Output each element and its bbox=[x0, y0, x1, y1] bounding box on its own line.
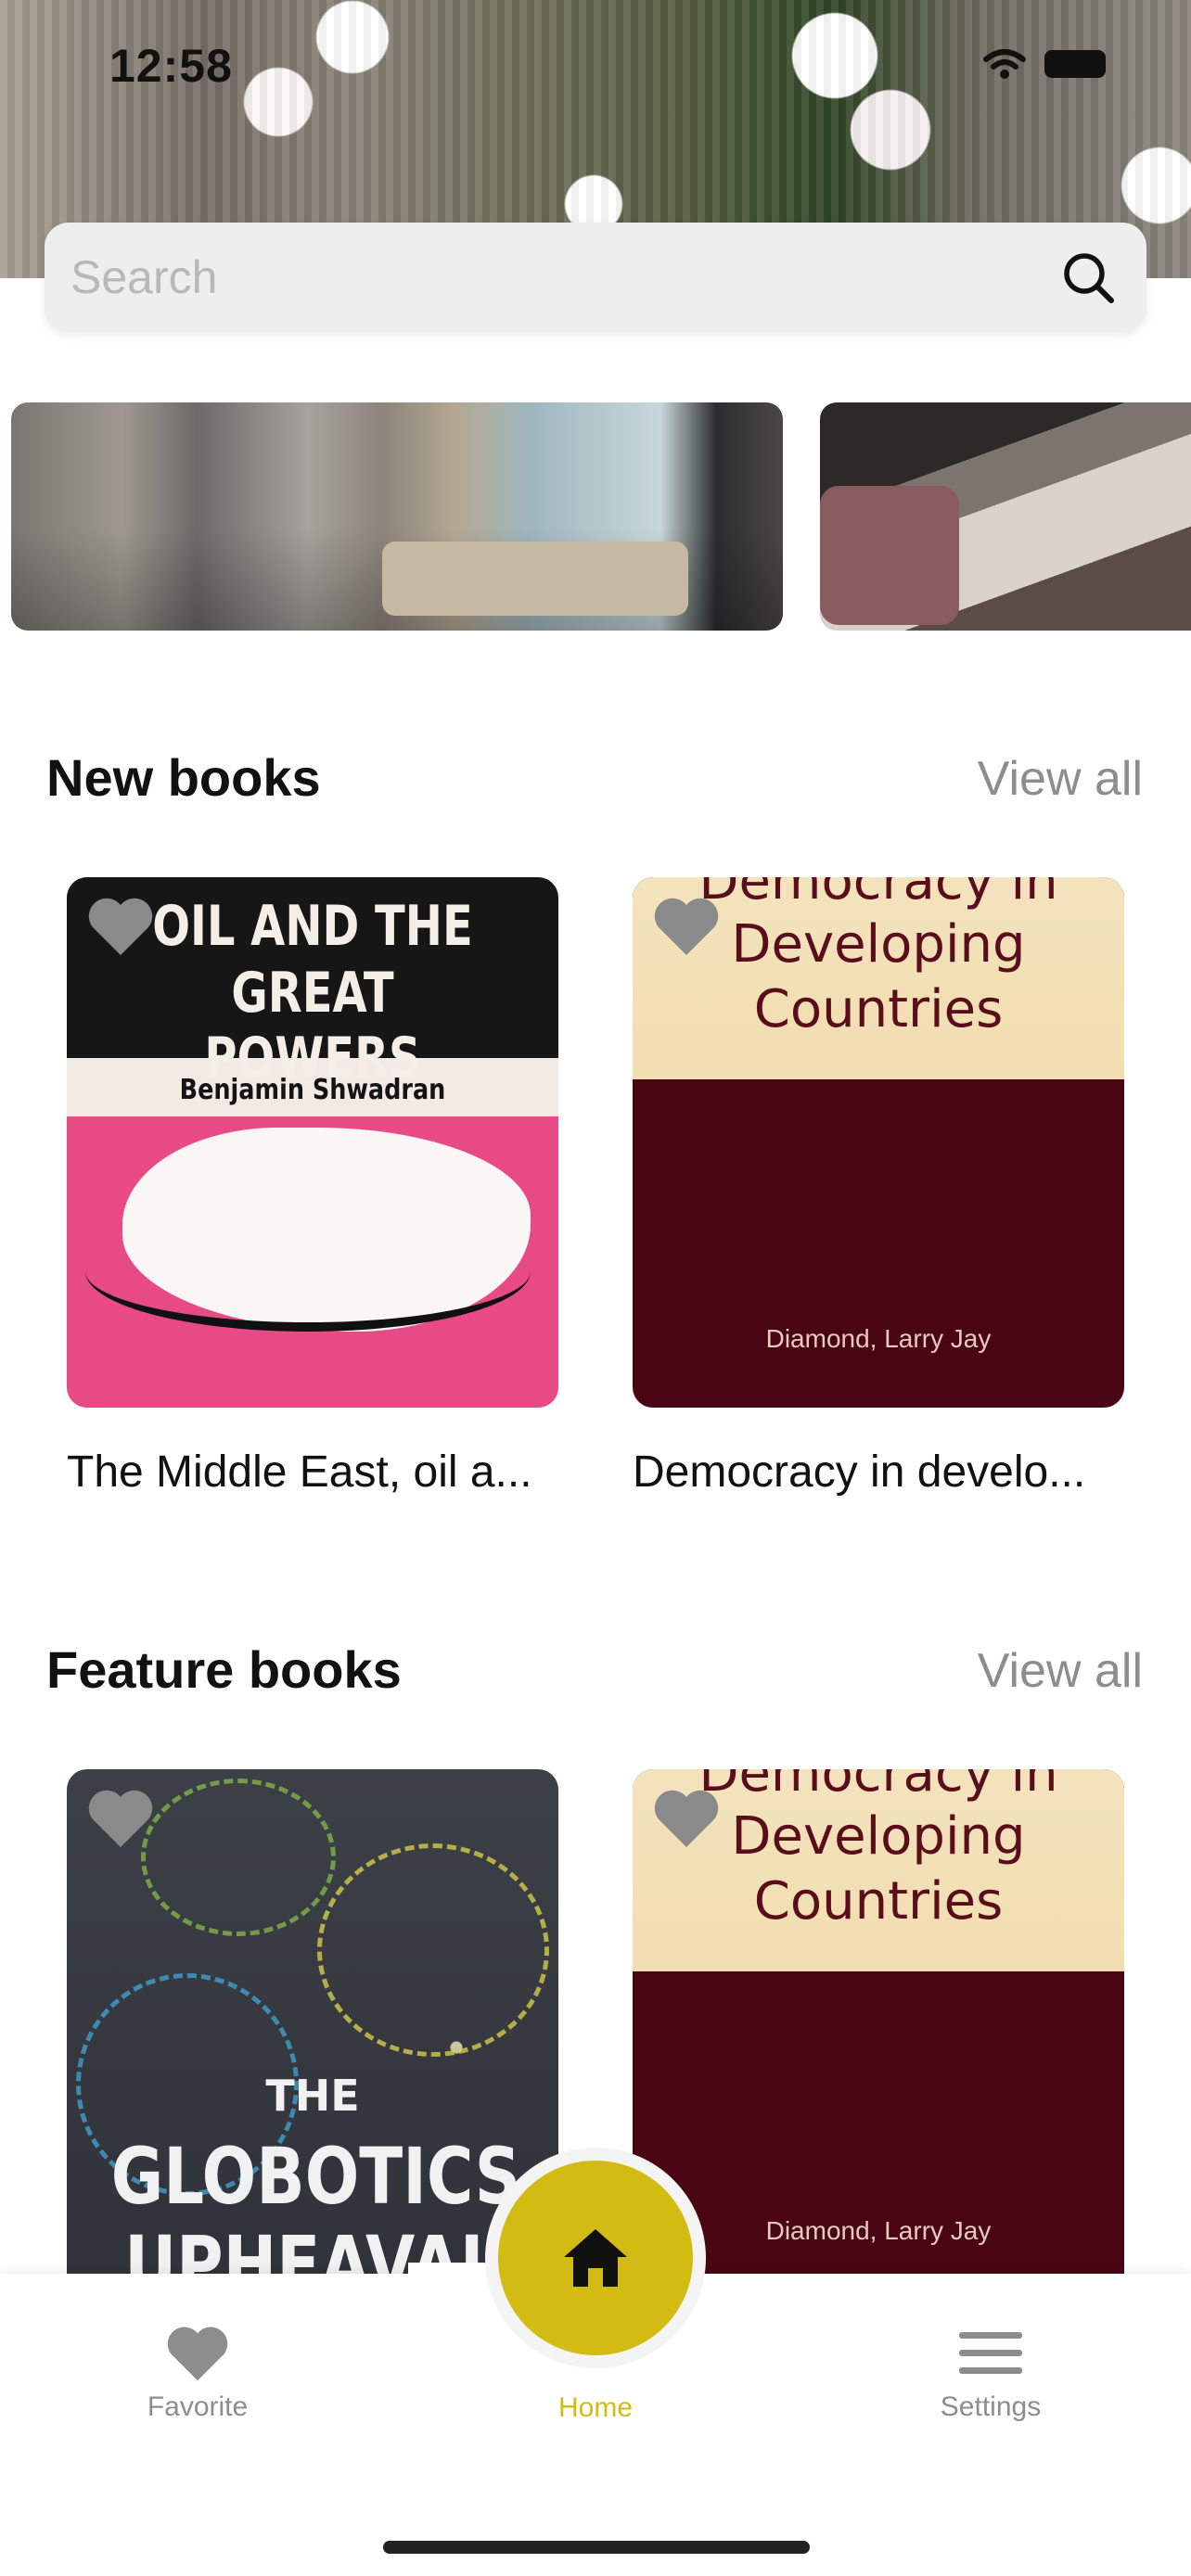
tab-settings-label: Settings bbox=[940, 2391, 1042, 2422]
book-title[interactable]: Democracy in develo... bbox=[633, 1447, 1152, 1498]
section-title-feature-books: Feature books bbox=[46, 1640, 402, 1699]
book-cover-circuit bbox=[317, 1843, 549, 2057]
heart-icon[interactable] bbox=[651, 1786, 722, 1851]
book-cover-author: Benjamin Shwadran bbox=[179, 1074, 446, 1106]
book-card[interactable]: Democracy in Developing Countries Diamon… bbox=[633, 877, 1124, 1408]
heart-icon bbox=[167, 2327, 228, 2381]
tab-favorite-label: Favorite bbox=[147, 2391, 249, 2422]
search-bar[interactable] bbox=[45, 223, 1146, 332]
search-icon[interactable] bbox=[1059, 249, 1119, 308]
tab-favorite[interactable]: Favorite bbox=[105, 2323, 290, 2423]
home-indicator bbox=[383, 2541, 810, 2554]
book-cover-arrow bbox=[85, 1211, 531, 1332]
heart-icon[interactable] bbox=[85, 1786, 156, 1851]
tab-home-label: Home bbox=[557, 2392, 634, 2423]
tab-home[interactable]: Home bbox=[503, 2392, 688, 2424]
status-icons bbox=[983, 48, 1106, 80]
battery-icon bbox=[1044, 50, 1106, 78]
banner-pillow-shape bbox=[820, 486, 959, 625]
heart-icon[interactable] bbox=[651, 894, 722, 959]
tab-settings[interactable]: Settings bbox=[898, 2323, 1083, 2423]
book-cover-title: GREAT POWERS bbox=[204, 961, 421, 1090]
book-cover-author: Diamond, Larry Jay bbox=[765, 1324, 992, 1353]
book-cover-circuit bbox=[141, 1779, 336, 1936]
section-title-new-books: New books bbox=[46, 748, 321, 807]
wifi-icon bbox=[983, 49, 1026, 79]
book-card[interactable]: Democracy in Developing Countries Diamon… bbox=[633, 1769, 1124, 2300]
heart-icon[interactable] bbox=[85, 894, 156, 959]
menu-icon bbox=[959, 2332, 1022, 2374]
banner-sofa-shape bbox=[382, 542, 688, 616]
book-cover-title: THE bbox=[265, 2071, 360, 2121]
book-title[interactable]: The Middle East, oil a... bbox=[67, 1447, 586, 1498]
book-cover-author: Diamond, Larry Jay bbox=[765, 2216, 992, 2245]
home-icon bbox=[564, 2229, 627, 2287]
view-all-feature-books[interactable]: View all bbox=[978, 1643, 1143, 1699]
banner-image-living-room[interactable] bbox=[11, 402, 783, 631]
book-cover-title: GLOBOTICS bbox=[110, 2131, 521, 2222]
book-card[interactable]: OIL AND THE GREAT POWERS Benjamin Shwadr… bbox=[67, 877, 558, 1408]
search-input[interactable] bbox=[69, 249, 1146, 305]
book-card[interactable]: THE GLOBOTICS UPHEAVAL bbox=[67, 1769, 558, 2300]
banner-image-office[interactable] bbox=[820, 402, 1191, 631]
status-time: 12:58 bbox=[109, 40, 233, 92]
book-cover-title: Countries bbox=[753, 1871, 1004, 1932]
view-all-new-books[interactable]: View all bbox=[978, 751, 1143, 807]
book-cover-title: Countries bbox=[753, 979, 1004, 1039]
home-button[interactable] bbox=[498, 2161, 693, 2355]
book-cover-title: OIL AND THE bbox=[152, 894, 473, 959]
